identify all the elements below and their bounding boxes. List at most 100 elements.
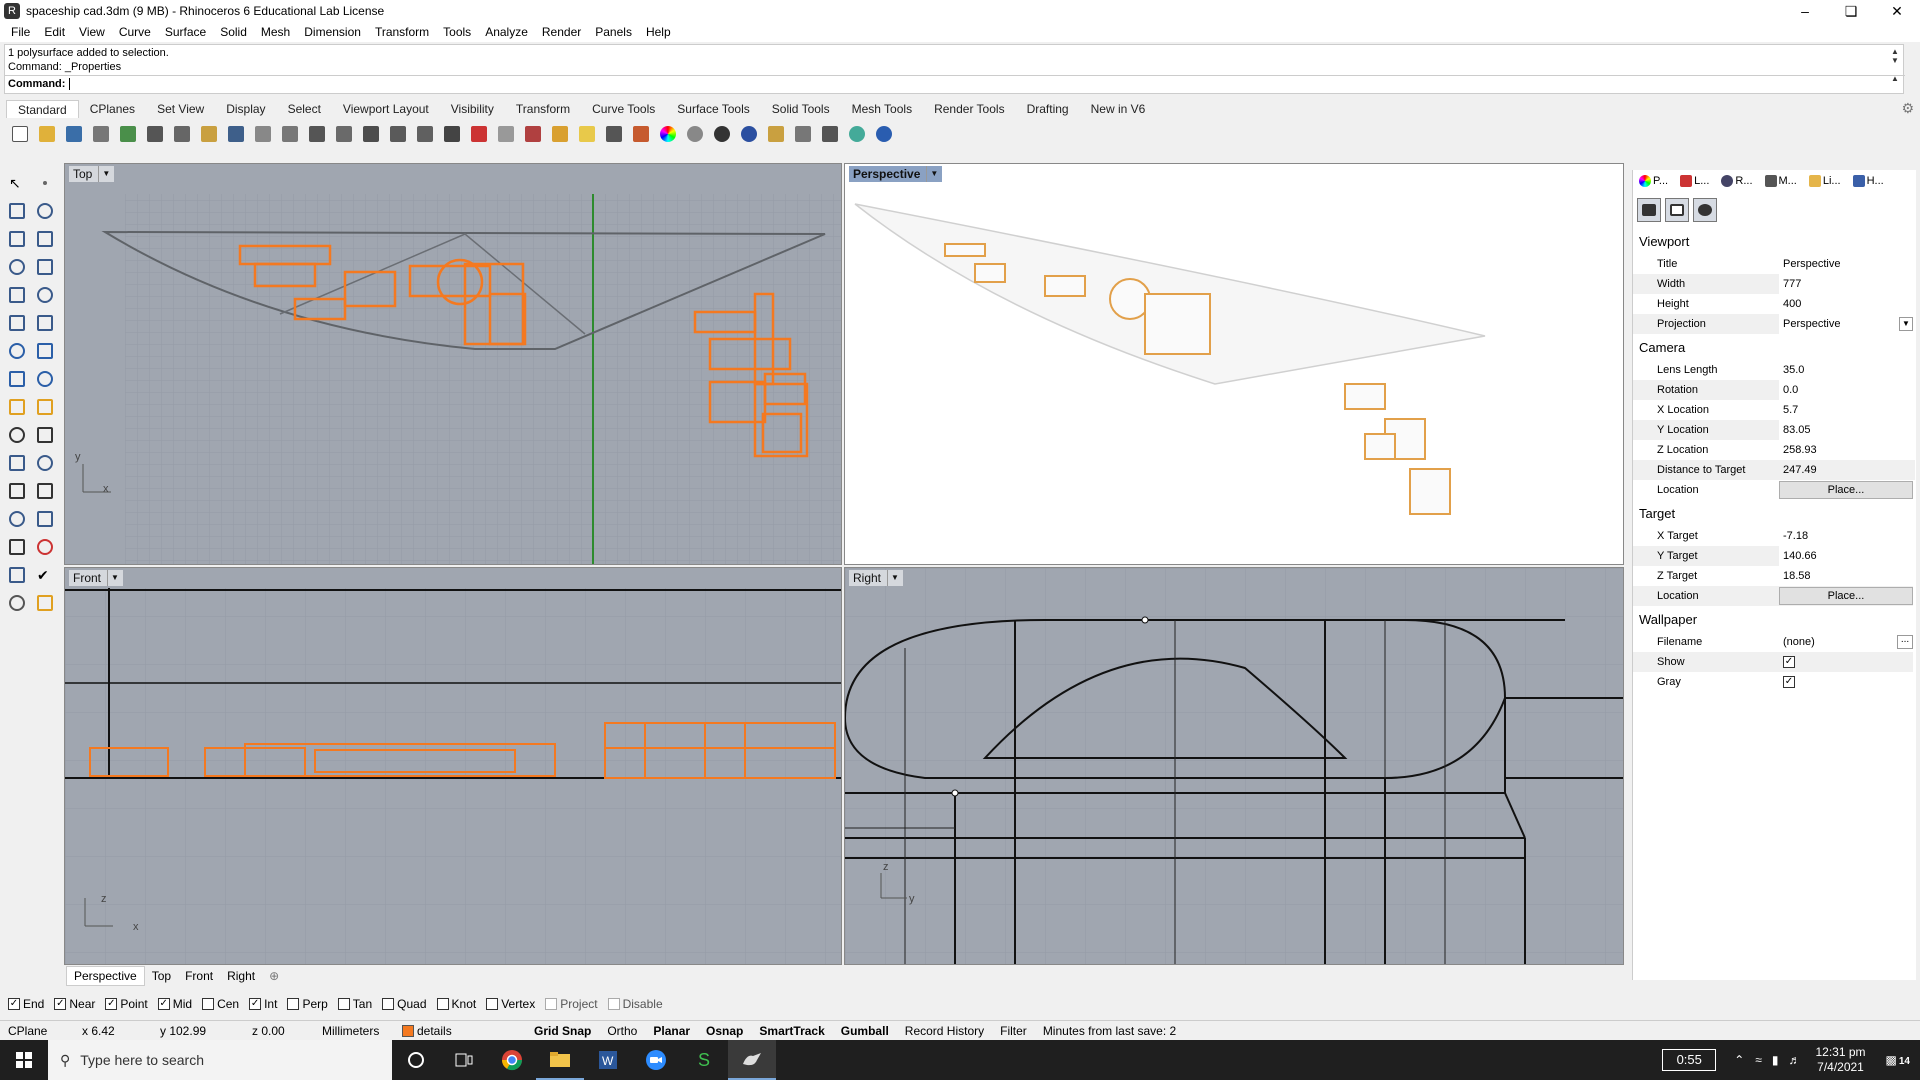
boolean-icon[interactable] [34, 368, 56, 390]
restore-icon[interactable]: ❏ [1828, 0, 1874, 22]
show-checkbox[interactable]: ✓ [1783, 656, 1795, 668]
camera-icon[interactable] [1637, 198, 1661, 222]
zoom-selected-icon[interactable] [386, 122, 410, 146]
lock-icon[interactable] [602, 122, 626, 146]
paint-icon[interactable] [34, 592, 56, 614]
menu-panels[interactable]: Panels [588, 25, 639, 39]
taskbar-search[interactable]: ⚲ Type here to search [48, 1040, 392, 1080]
car-icon[interactable] [467, 122, 491, 146]
wifi-icon[interactable]: ≈ [1750, 1053, 1767, 1067]
word-icon[interactable]: W [584, 1040, 632, 1080]
viewport-top[interactable]: x y Top ▼ [64, 163, 842, 565]
tab-new-in-v6[interactable]: New in V6 [1080, 100, 1157, 118]
units-label[interactable]: Millimeters [314, 1024, 394, 1038]
checkbox[interactable] [287, 998, 300, 1010]
grid-snap-toggle[interactable]: Grid Snap [526, 1024, 599, 1038]
zoom-all-icon[interactable] [413, 122, 437, 146]
join-icon[interactable] [6, 424, 28, 446]
viewport-icon[interactable] [1665, 198, 1689, 222]
polygon-icon[interactable] [6, 256, 28, 278]
panel-tab-render[interactable]: R... [1715, 175, 1758, 187]
chevron-down-icon[interactable]: ▼ [1899, 317, 1913, 331]
task-view-icon[interactable] [440, 1040, 488, 1080]
osnap-tan[interactable]: Tan [337, 997, 372, 1011]
sphere-render-icon[interactable] [710, 122, 734, 146]
prop-value[interactable]: 35.0 [1779, 360, 1915, 380]
checkbox[interactable] [337, 998, 350, 1010]
prop-value[interactable]: 777 [1779, 274, 1915, 294]
tab-cplanes[interactable]: CPlanes [79, 100, 146, 118]
ellipse-icon[interactable] [34, 228, 56, 250]
point-icon[interactable] [548, 122, 572, 146]
zoom-dynamic-icon[interactable] [332, 122, 356, 146]
prop-value[interactable]: 400 [1779, 294, 1915, 314]
ortho-toggle[interactable]: Ortho [599, 1024, 645, 1038]
viewport-right[interactable]: y z Right ▼ [844, 567, 1624, 965]
viewport-label-right[interactable]: Right ▼ [849, 570, 903, 586]
place-camera-button[interactable]: Place... [1779, 481, 1913, 499]
panel-tab-materials[interactable]: M... [1759, 175, 1803, 187]
osnap-disable[interactable]: Disable [607, 997, 663, 1011]
group-icon[interactable] [34, 452, 56, 474]
polyline-icon[interactable] [6, 200, 28, 222]
curve-icon[interactable] [34, 200, 56, 222]
arc-icon[interactable] [6, 284, 28, 306]
sphere-icon[interactable] [34, 340, 56, 362]
mirror-icon[interactable] [34, 508, 56, 530]
osnap-perp[interactable]: Perp [287, 997, 328, 1011]
array-icon[interactable] [6, 536, 28, 558]
checkbox[interactable] [382, 998, 395, 1010]
viewport-tab-perspective[interactable]: Perspective [66, 966, 145, 986]
osnap-quad[interactable]: Quad [382, 997, 427, 1011]
viewport-tab-top[interactable]: Top [145, 967, 178, 985]
menu-tools[interactable]: Tools [436, 25, 478, 39]
green-app-icon[interactable]: S [680, 1040, 728, 1080]
close-icon[interactable]: ✕ [1874, 0, 1920, 22]
viewport-label-perspective[interactable]: Perspective ▼ [849, 166, 943, 182]
move-icon[interactable] [6, 480, 28, 502]
osnap-project[interactable]: Project [545, 997, 598, 1011]
menu-view[interactable]: View [72, 25, 112, 39]
tab-mesh-tools[interactable]: Mesh Tools [841, 100, 923, 118]
sphere-blue-icon[interactable] [737, 122, 761, 146]
osnap-int[interactable]: ✓ Int [249, 997, 277, 1011]
cylinder-icon[interactable] [6, 368, 28, 390]
prop-value[interactable]: 5.7 [1779, 400, 1915, 420]
zoom-extents-icon[interactable] [359, 122, 383, 146]
rotate-view-icon[interactable] [278, 122, 302, 146]
zoom-icon[interactable] [632, 1040, 680, 1080]
tab-select[interactable]: Select [277, 100, 332, 118]
render-shade-icon[interactable] [6, 592, 28, 614]
notifications-icon[interactable]: ▩ 14 [1876, 1053, 1920, 1067]
tab-drafting[interactable]: Drafting [1016, 100, 1080, 118]
battery-icon[interactable]: ▮ [1767, 1053, 1784, 1067]
viewport-label-front[interactable]: Front ▼ [69, 570, 123, 586]
align-icon[interactable] [34, 536, 56, 558]
cortana-icon[interactable] [392, 1040, 440, 1080]
checkbox[interactable] [436, 998, 449, 1010]
pan-icon[interactable] [251, 122, 275, 146]
osnap-knot[interactable]: Knot [436, 997, 476, 1011]
dimension-icon[interactable] [6, 564, 28, 586]
rotate-icon[interactable] [34, 480, 56, 502]
sphere-gray-icon[interactable] [683, 122, 707, 146]
tab-curve-tools[interactable]: Curve Tools [581, 100, 666, 118]
timer-badge[interactable]: 0:55 [1662, 1049, 1717, 1071]
tab-viewport-layout[interactable]: Viewport Layout [332, 100, 440, 118]
smarttrack-toggle[interactable]: SmartTrack [751, 1024, 832, 1038]
render-icon[interactable] [845, 122, 869, 146]
clock[interactable]: 12:31 pm 7/4/2021 [1805, 1045, 1875, 1075]
rhino-taskbar-icon[interactable] [728, 1040, 776, 1080]
tab-solid-tools[interactable]: Solid Tools [761, 100, 841, 118]
checkbox[interactable] [486, 998, 499, 1010]
chevron-down-icon[interactable]: ▼ [107, 570, 119, 586]
chevron-down-icon[interactable]: ▼ [887, 570, 899, 586]
select-arrow-icon[interactable]: ↖ [6, 172, 28, 194]
gray-checkbox[interactable]: ✓ [1783, 676, 1795, 688]
point-icon[interactable] [34, 172, 56, 194]
viewport-front[interactable]: x z Front ▼ [64, 567, 842, 965]
add-viewport-icon[interactable]: ⊕ [262, 967, 286, 985]
menu-transform[interactable]: Transform [368, 25, 436, 39]
filter-toggle[interactable]: Filter [992, 1024, 1035, 1038]
tab-standard[interactable]: Standard [6, 100, 79, 118]
